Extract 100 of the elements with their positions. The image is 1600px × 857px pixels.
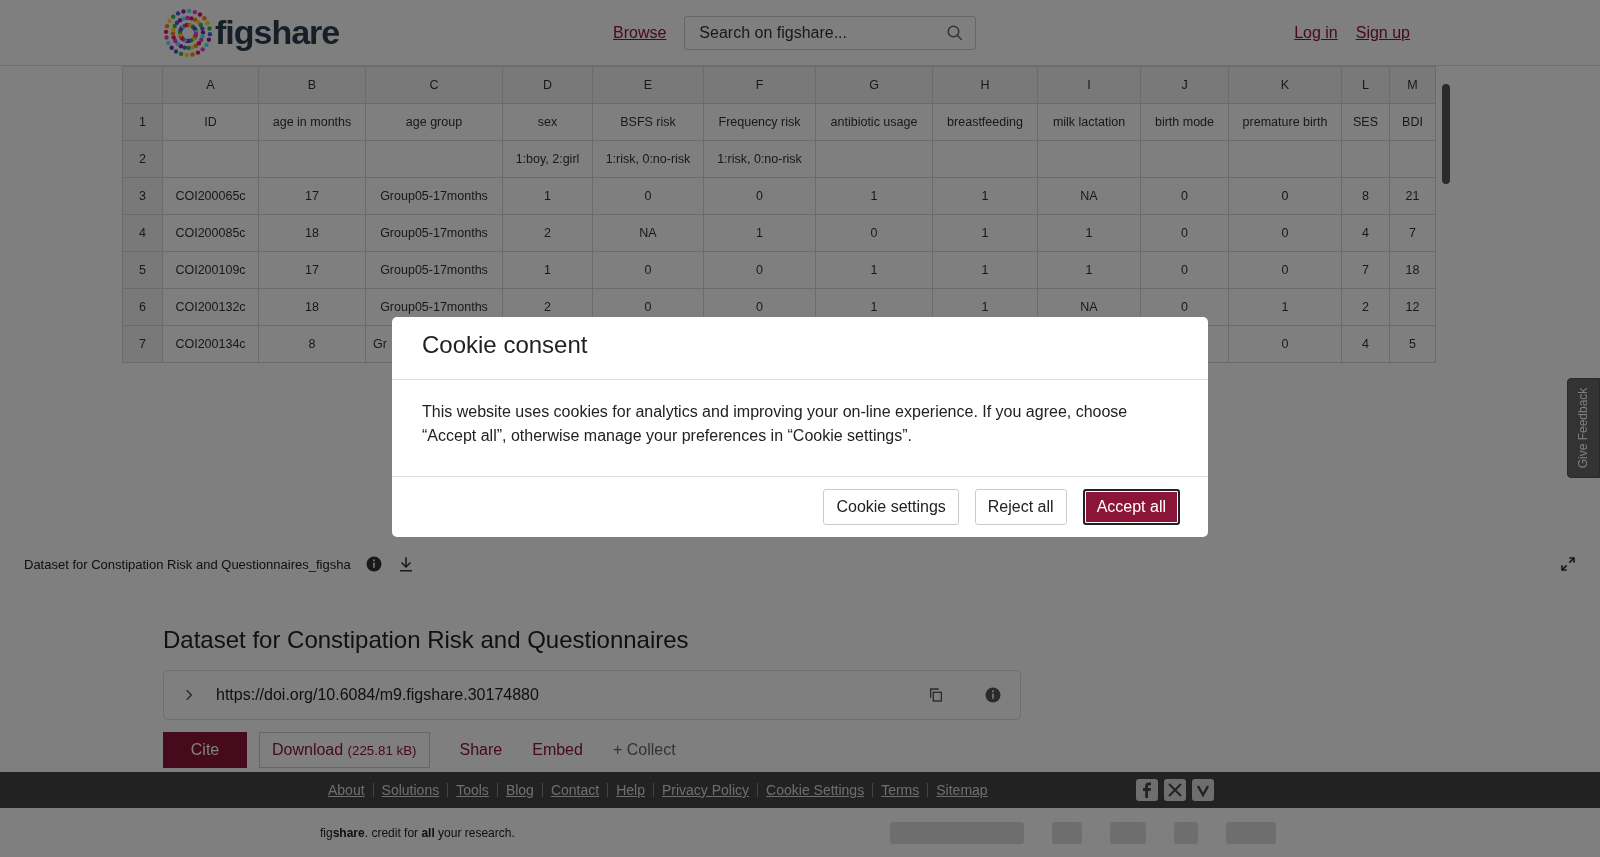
table-cell: birth mode [1140,103,1229,141]
feedback-tab[interactable]: Give Feedback [1567,378,1600,478]
table-cell: 4 [1341,214,1390,252]
footer-link[interactable]: Terms [872,783,928,797]
column-header: F [703,66,816,104]
search-field[interactable]: Search on figshare... [684,15,977,50]
table-cell: 1 [815,251,933,289]
table-cell: 8 [258,325,366,363]
table-cell: COI200065c [162,177,259,215]
table-cell: 7 [1341,251,1390,289]
column-header: J [1140,66,1229,104]
row-number: 7 [122,325,163,363]
scrollbar-thumb[interactable] [1442,84,1450,184]
table-cell: 18 [258,288,366,326]
table-cell: ID [162,103,259,141]
table-cell: 1:risk, 0:no-risk [592,140,704,178]
table-cell: COI200134c [162,325,259,363]
footer-link[interactable]: Tools [447,783,497,797]
table-cell: NA [592,214,704,252]
footer-link[interactable]: Solutions [372,783,448,797]
table-cell: 7 [1389,214,1436,252]
footer-link[interactable]: Blog [496,783,542,797]
row-number: 1 [122,103,163,141]
x-icon[interactable] [1163,779,1186,801]
collect-button[interactable]: + Collect [612,741,676,759]
accept-button[interactable]: Accept all [1082,489,1180,525]
table-cell: premature birth [1228,103,1342,141]
dialog-title: Cookie consent [392,317,1208,380]
table-cell: 1 [703,214,816,252]
footer-link[interactable]: Privacy Policy [652,783,758,797]
table-cell: NA [1037,177,1141,215]
dialog-button[interactable]: Cookie settings [823,489,959,525]
table-cell: BDI [1389,103,1436,141]
footer-link[interactable]: About [320,783,373,797]
column-header: H [932,66,1038,104]
table-cell: 1 [502,177,593,215]
table-cell: antibiotic usage [815,103,933,141]
table-cell: 2 [502,214,593,252]
table-cell: 0 [1140,177,1229,215]
table-cell: 17 [258,251,366,289]
vimeo-icon[interactable] [1191,779,1214,801]
table-cell: 0 [1228,177,1342,215]
facebook-icon[interactable] [1135,779,1158,801]
dialog-button[interactable]: Reject all [974,489,1067,525]
table-cell: 1 [1037,251,1141,289]
table-cell: 0 [703,251,816,289]
footer-link[interactable]: Sitemap [927,783,996,797]
download-button[interactable]: Download (225.81 kB) [259,732,430,768]
table-cell: 1 [502,251,593,289]
table-cell: sex [502,103,593,141]
column-header: L [1341,66,1390,104]
footer-link[interactable]: Help [607,783,653,797]
table-cell: Group05-17months [365,214,503,252]
table-cell: 1 [815,177,933,215]
footer-link[interactable]: Contact [541,783,608,797]
table-cell: 0 [1140,214,1229,252]
info-icon[interactable] [984,686,1002,704]
copy-icon[interactable] [928,687,944,703]
table-cell: 0 [1228,251,1342,289]
logo-icon[interactable] [163,7,213,58]
logo-text[interactable]: figshare [215,13,340,52]
table-cell: 5 [1389,325,1436,363]
table-cell: 1 [1228,288,1342,326]
table-cell: 0 [1228,325,1342,363]
table-cell: 1 [932,177,1038,215]
cite-button[interactable]: Cite [163,732,247,768]
table-cell: 0 [1140,251,1229,289]
column-header: E [592,66,704,104]
table-cell: 4 [1341,325,1390,363]
table-cell: age group [365,103,503,141]
dialog-message: This website uses cookies for analytics and improving your on-line experience. If you agree, choose “Accept all”, otherwise manage your preferences in “Cookie settings”. [392,380,1208,477]
table-cell: 18 [258,214,366,252]
share-button[interactable]: Share [459,741,503,759]
doi-link[interactable]: https://doi.org/10.6084/m9.figshare.30174880 [216,686,908,704]
table-cell: 0 [1228,214,1342,252]
column-header: G [815,66,933,104]
row-number: 5 [122,251,163,289]
auth-link[interactable]: Sign up [1355,23,1410,42]
table-cell: 0 [592,251,704,289]
table-cell: 8 [1341,177,1390,215]
file-name: Dataset for Constipation Risk and Questionnaires_figsha [24,556,351,572]
table-cell: 1 [932,251,1038,289]
item-title: Dataset for Constipation Risk and Questionnaires [163,626,690,654]
table-cell: breastfeeding [932,103,1038,141]
auth-link[interactable]: Log in [1294,23,1338,42]
info-icon[interactable] [364,555,383,573]
table-cell: COI200085c [162,214,259,252]
embed-button[interactable]: Embed [532,741,583,759]
table-cell: COI200109c [162,251,259,289]
browse-link[interactable]: Browse [613,23,667,42]
row-number: 6 [122,288,163,326]
column-header: M [1389,66,1436,104]
expand-icon[interactable] [1560,556,1576,572]
table-cell: 1 [932,214,1038,252]
table-cell: Frequency risk [703,103,816,141]
table-cell: 18 [1389,251,1436,289]
footer-link[interactable]: Cookie Settings [757,783,873,797]
search-icon[interactable] [946,23,965,42]
table-cell: 2 [1341,288,1390,326]
tagline: figshare. credit for all your research. [320,825,515,840]
